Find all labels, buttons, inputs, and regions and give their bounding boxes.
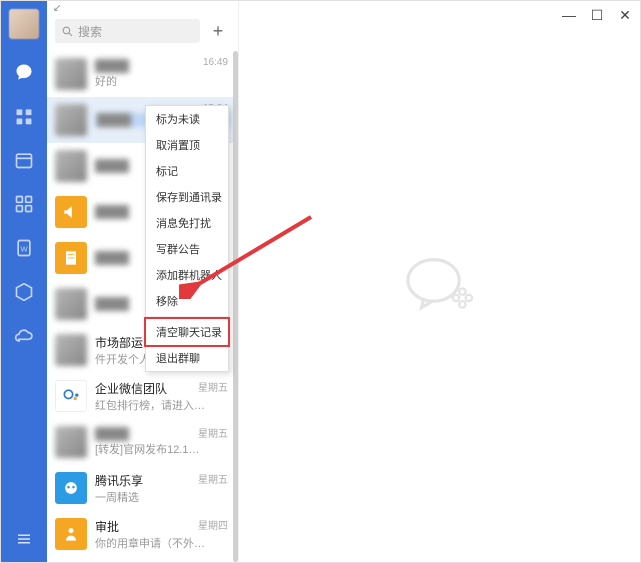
search-row: 搜索 + [47, 15, 238, 51]
workbench-icon[interactable] [13, 193, 35, 215]
conversation-item[interactable]: 审批你的用章申请（不外…星期四 [47, 511, 238, 557]
main-area: — ☐ ✕ [239, 1, 640, 562]
window-controls: — ☐ ✕ [562, 7, 632, 24]
add-button[interactable]: + [206, 19, 230, 43]
calendar-icon[interactable] [13, 149, 35, 171]
conversation-time: 星期五 [198, 471, 228, 486]
conversation-preview: [转发]官网发布12.1… [95, 441, 230, 457]
conversation-preview: 一周精选 [95, 489, 230, 505]
conversation-time: 星期五 [198, 379, 228, 394]
conversation-preview: 红包排行榜，请进入… [95, 397, 230, 413]
menu-toggle-icon[interactable] [13, 528, 35, 550]
conversation-time: 星期四 [198, 517, 228, 532]
context-menu-item[interactable]: 取消置顶 [146, 132, 228, 158]
user-avatar[interactable] [9, 9, 39, 39]
contacts-icon[interactable] [13, 105, 35, 127]
conversation-item[interactable]: ████好的16:49 [47, 51, 238, 97]
search-input[interactable]: 搜索 [55, 19, 200, 43]
minimize-button[interactable]: — [562, 7, 576, 24]
conversation-time: 16:49 [203, 57, 228, 68]
magnifier-icon [61, 25, 74, 38]
context-menu-item[interactable]: 退出群聊 [146, 345, 228, 371]
context-menu-clear-history[interactable]: 清空聊天记录 [144, 317, 230, 347]
context-menu-item[interactable]: 移除 [146, 288, 228, 314]
close-button[interactable]: ✕ [618, 7, 632, 24]
panel-topbar: ↙ [47, 1, 238, 15]
nav-rail: W [1, 1, 47, 562]
wecom-logo-icon [400, 242, 480, 322]
context-menu-item[interactable]: 保存到通讯录 [146, 184, 228, 210]
cloud-icon[interactable] [13, 325, 35, 347]
context-menu-item[interactable]: 写群公告 [146, 236, 228, 262]
context-menu-item[interactable]: 添加群机器人 [146, 262, 228, 288]
context-menu: 标为未读取消置顶标记保存到通讯录消息免打扰写群公告添加群机器人移除清空聊天记录退… [145, 105, 229, 372]
docs-icon[interactable]: W [13, 237, 35, 259]
conversation-preview: 好的 [95, 73, 230, 89]
context-menu-item[interactable]: 标为未读 [146, 106, 228, 132]
conversation-item[interactable]: 腾讯乐享一周精选星期五 [47, 465, 238, 511]
search-placeholder: 搜索 [78, 23, 102, 40]
maximize-button[interactable]: ☐ [590, 7, 604, 24]
chat-icon[interactable] [13, 61, 35, 83]
conversation-item[interactable]: ████[转发]官网发布12.1…星期五 [47, 419, 238, 465]
box-icon[interactable] [13, 281, 35, 303]
context-menu-item[interactable]: 标记 [146, 158, 228, 184]
conversation-item[interactable]: 企业微信团队红包排行榜，请进入…星期五 [47, 373, 238, 419]
svg-text:W: W [20, 244, 28, 253]
conversation-preview: 你的用章申请（不外… [95, 535, 230, 551]
conversation-time: 星期五 [198, 425, 228, 440]
context-menu-item[interactable]: 消息免打扰 [146, 210, 228, 236]
